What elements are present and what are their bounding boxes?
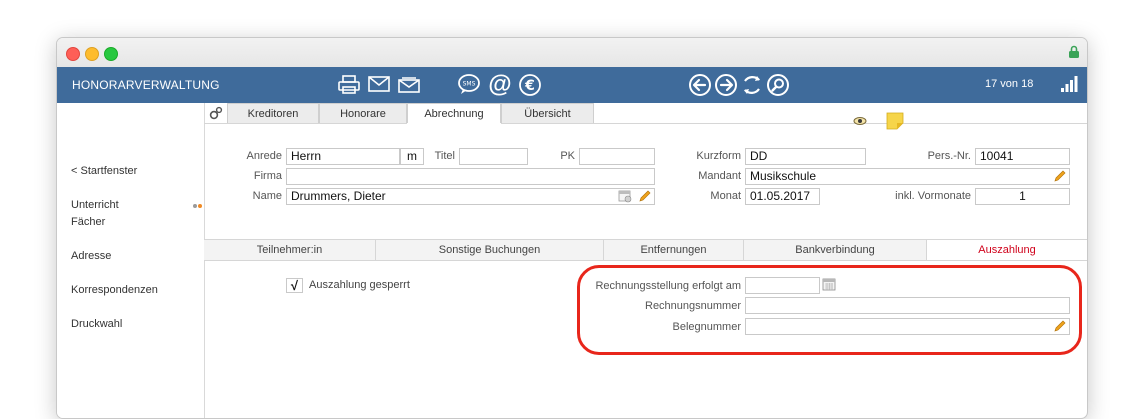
subtab-bankverbindung[interactable]: Bankverbindung [744, 240, 927, 260]
persnr-label: Pers.-Nr. [927, 150, 971, 162]
titel-label: Titel [434, 150, 455, 162]
svg-text:€: € [524, 78, 535, 94]
main-toolbar: HONORARVERWALTUNG SMS @ € 17 von 18 [57, 67, 1087, 103]
sidebar-item-unterricht[interactable]: Unterricht [71, 199, 119, 211]
signal-bars-icon[interactable] [1060, 75, 1078, 93]
subtab-sonstige-buchungen[interactable]: Sonstige Buchungen [376, 240, 604, 260]
app-window: HONORARVERWALTUNG SMS @ € 17 von 18 < St… [56, 37, 1088, 419]
monat-label: Monat [710, 190, 741, 202]
sidebar-item-druckwahl[interactable]: Druckwahl [71, 318, 122, 330]
eye-icon[interactable] [853, 116, 867, 126]
lock-icon [1069, 45, 1079, 58]
firma-field[interactable] [286, 168, 655, 185]
anrede-field[interactable]: Herrn [286, 148, 400, 165]
close-window-button[interactable] [66, 47, 80, 61]
tab-honorare[interactable]: Honorare [319, 103, 407, 123]
sidebar-item-faecher[interactable]: Fächer [71, 216, 105, 228]
tab-abrechnung[interactable]: Abrechnung [407, 103, 501, 124]
vormonate-field[interactable]: 1 [975, 188, 1070, 205]
mail-letter-icon[interactable] [398, 75, 420, 93]
mandant-edit-pencil-icon[interactable] [1053, 169, 1067, 183]
name-edit-pencil-icon[interactable] [638, 189, 652, 203]
subtab-bar: Teilnehmer:in Sonstige Buchungen Entfern… [204, 239, 1087, 261]
zoom-window-button[interactable] [104, 47, 118, 61]
svg-text:SMS: SMS [463, 81, 476, 88]
active-tab-gap [407, 123, 501, 124]
sticky-note-icon[interactable] [886, 112, 904, 130]
titel-field[interactable] [459, 148, 528, 165]
subtab-auszahlung[interactable]: Auszahlung [927, 240, 1087, 260]
kurzform-field[interactable]: DD [745, 148, 866, 165]
calendar-contact-icon[interactable] [618, 189, 632, 203]
refresh-icon[interactable] [740, 73, 764, 97]
anrede-label: Anrede [246, 150, 282, 162]
tab-uebersicht[interactable]: Übersicht [501, 103, 594, 123]
highlight-annotation [577, 265, 1082, 355]
auszahlung-gesperrt-checkbox[interactable]: √ [286, 278, 303, 293]
indicator-dot-orange [198, 204, 202, 208]
sidebar-item-adresse[interactable]: Adresse [71, 250, 111, 262]
kurzform-label: Kurzform [696, 150, 741, 162]
record-counter: 17 von 18 [985, 78, 1034, 90]
tab-kreditoren[interactable]: Kreditoren [227, 103, 319, 123]
tab-divider [204, 123, 1087, 124]
auszahlung-gesperrt-label: Auszahlung gesperrt [309, 279, 410, 291]
title-bar [57, 38, 1087, 68]
mandant-label: Mandant [698, 170, 741, 182]
subtab-teilnehmer[interactable]: Teilnehmer:in [204, 240, 376, 260]
name-label: Name [252, 190, 282, 202]
persnr-field[interactable]: 10041 [975, 148, 1070, 165]
search-icon[interactable] [766, 73, 790, 97]
sms-icon[interactable]: SMS [457, 73, 481, 95]
indicator-dot [193, 204, 197, 208]
minimize-window-button[interactable] [85, 47, 99, 61]
mail-icon[interactable] [368, 76, 390, 92]
sidebar-item-korrespondenzen[interactable]: Korrespondenzen [71, 284, 158, 296]
settings-gear-icon[interactable] [208, 105, 224, 121]
gender-field[interactable]: m [400, 148, 424, 165]
print-icon[interactable] [338, 75, 360, 95]
email-at-icon[interactable]: @ [487, 72, 513, 98]
pk-label: PK [560, 150, 575, 162]
name-field[interactable]: Drummers, Dieter [286, 188, 655, 205]
euro-icon[interactable]: € [518, 73, 542, 97]
monat-field[interactable]: 01.05.2017 [745, 188, 820, 205]
app-title: HONORARVERWALTUNG [72, 78, 220, 92]
pk-field[interactable] [579, 148, 655, 165]
firma-label: Firma [253, 170, 282, 182]
vormonate-label: inkl. Vormonate [895, 190, 971, 202]
sidebar: < Startfenster Unterricht Fächer Adresse… [57, 103, 205, 418]
mandant-field[interactable]: Musikschule [745, 168, 1070, 185]
sidebar-item-startfenster[interactable]: < Startfenster [71, 165, 137, 177]
previous-record-icon[interactable] [688, 73, 712, 97]
subtab-entfernungen[interactable]: Entfernungen [604, 240, 744, 260]
next-record-icon[interactable] [714, 73, 738, 97]
